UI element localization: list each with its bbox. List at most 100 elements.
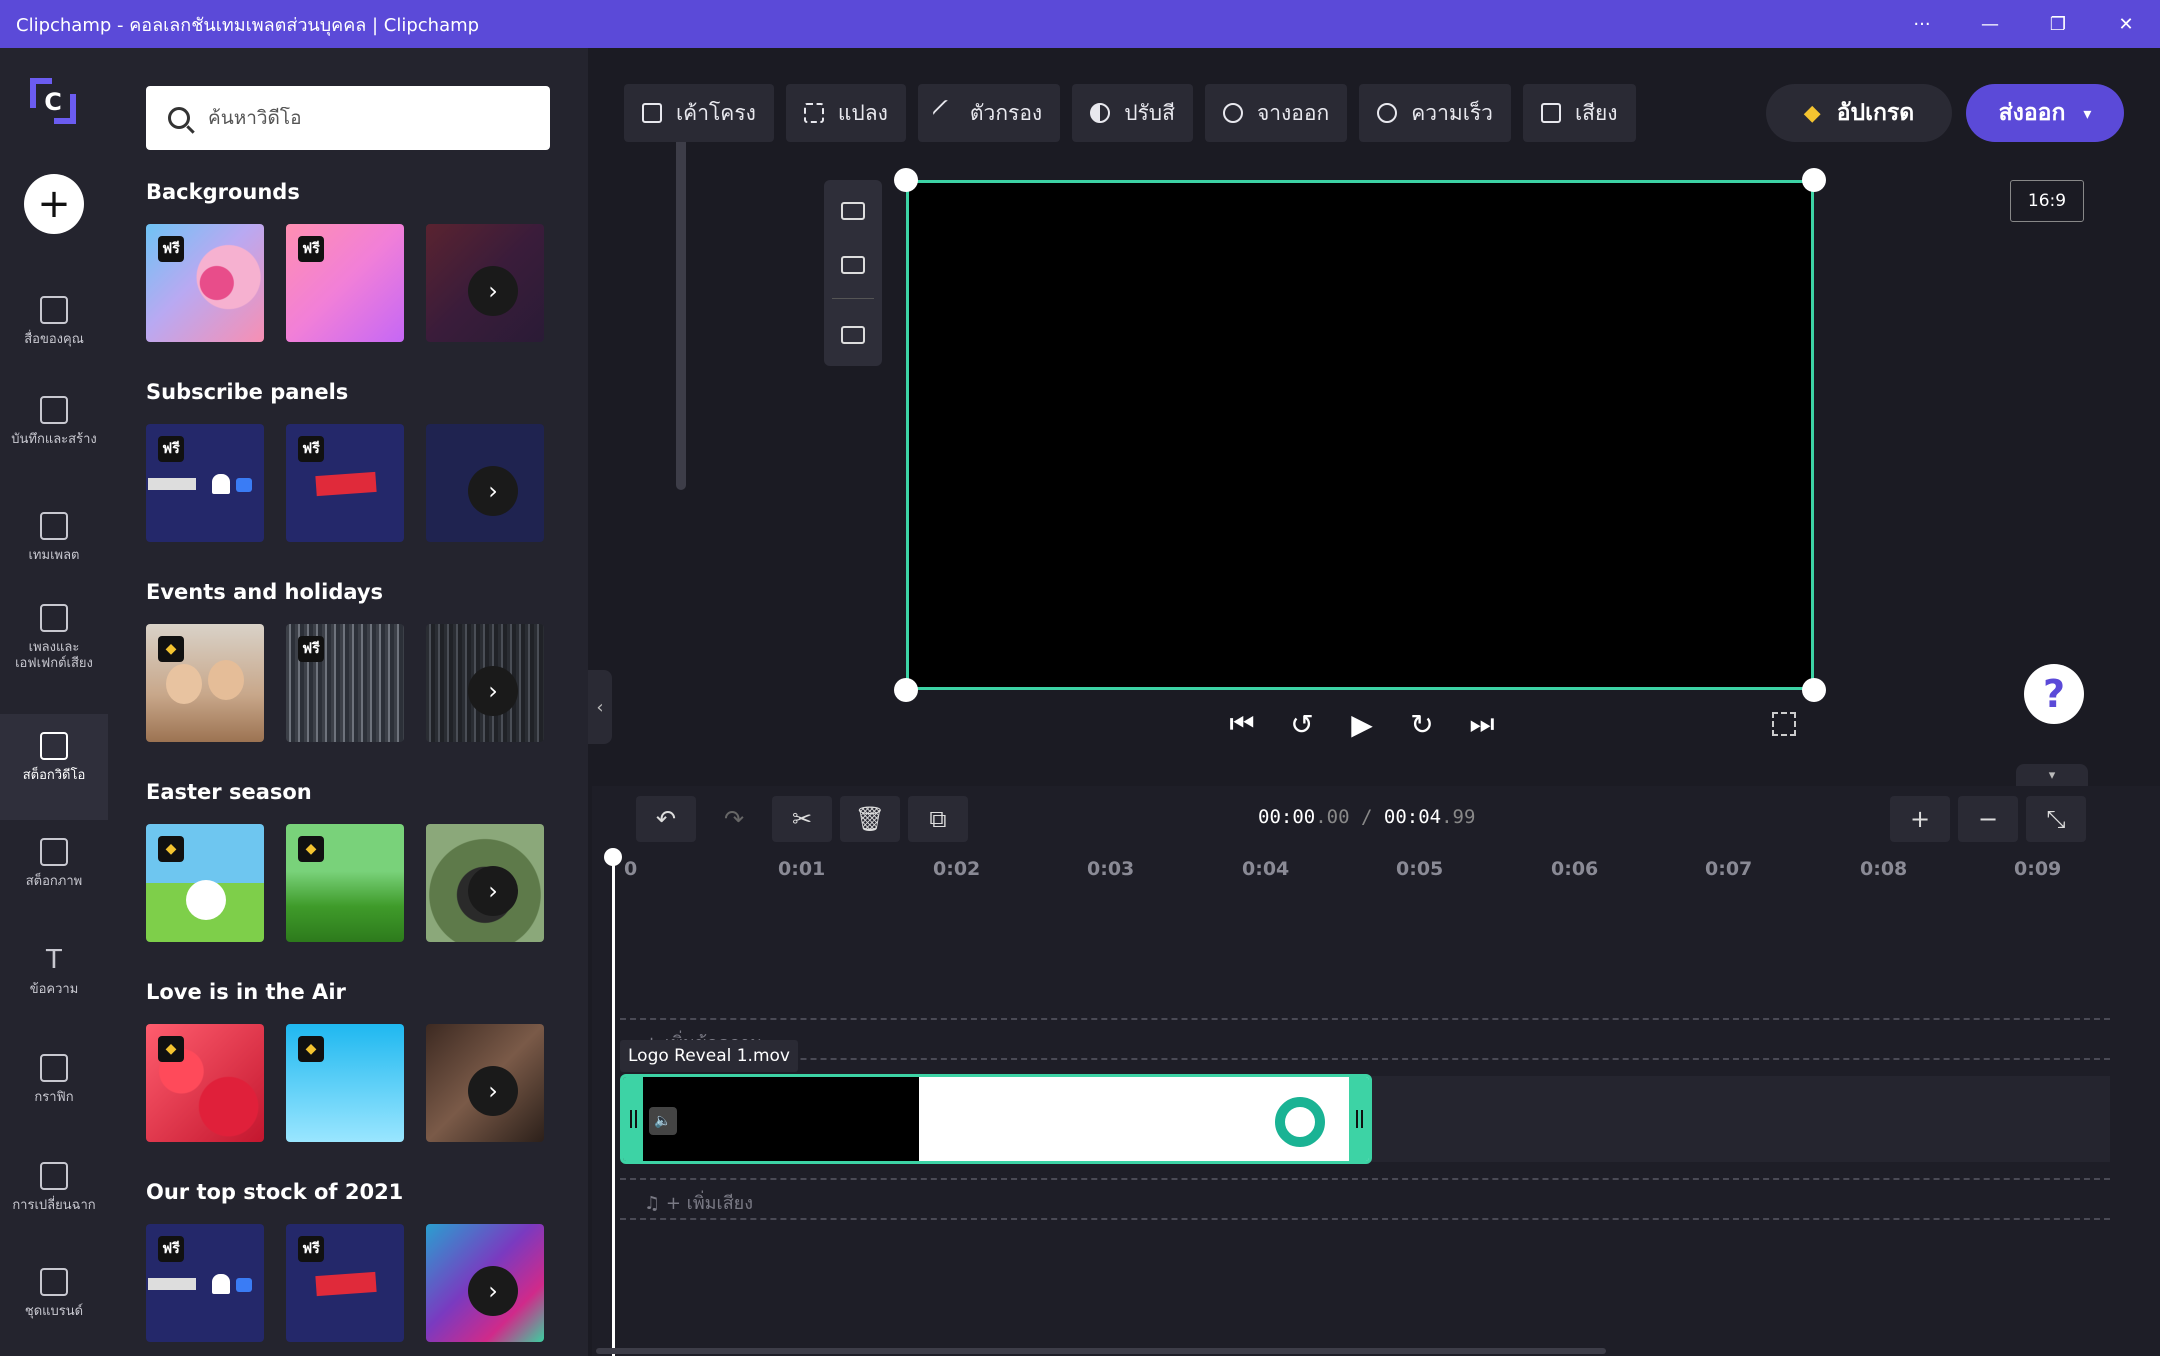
video-thumb[interactable]: ◆: [286, 824, 404, 942]
left-rail: C + สื่อของคุณ บันทึกและสร้าง เทมเพลต เพ…: [0, 48, 108, 1356]
restore-button[interactable]: ❐: [2024, 0, 2092, 48]
rail-brand-kit[interactable]: ชุดแบรนด์: [0, 1268, 108, 1344]
toolbar-label: จางออก: [1256, 100, 1330, 125]
search-input[interactable]: [208, 107, 528, 129]
video-thumb[interactable]: ›: [426, 1224, 544, 1342]
video-thumb[interactable]: ฟรี: [146, 224, 264, 342]
video-thumb[interactable]: ◆: [146, 824, 264, 942]
upgrade-button[interactable]: ◆ อัปเกรด: [1766, 84, 1952, 142]
fullscreen-icon[interactable]: [1772, 712, 1796, 736]
free-badge: ฟรี: [298, 636, 324, 662]
redo-button[interactable]: ↷: [704, 796, 764, 842]
video-thumb[interactable]: ›: [426, 1024, 544, 1142]
undo-button[interactable]: ↶: [636, 796, 696, 842]
image-icon: [40, 838, 68, 866]
fit-icon[interactable]: [841, 202, 865, 220]
video-thumb[interactable]: ฟรี: [286, 624, 404, 742]
aspect-ratio-button[interactable]: 16:9: [2010, 180, 2084, 222]
clip-logo-ring: [1275, 1097, 1325, 1147]
resize-handle-top-right[interactable]: [1802, 168, 1826, 192]
video-thumb[interactable]: ฟรี: [286, 224, 404, 342]
picture-in-picture-icon[interactable]: [841, 326, 865, 344]
rail-stock-images[interactable]: สต็อกภาพ: [0, 838, 108, 914]
video-thumb[interactable]: ›: [426, 224, 544, 342]
rail-music-sfx[interactable]: เพลงและเอฟเฟกต์เสียง: [0, 604, 108, 704]
timeline-scrollbar[interactable]: [596, 1348, 1606, 1354]
video-thumb[interactable]: ฟรี: [286, 1224, 404, 1342]
video-thumb[interactable]: ฟรี: [146, 424, 264, 542]
skip-to-end-icon[interactable]: ⏭: [1469, 704, 1494, 744]
video-thumb[interactable]: ◆: [146, 624, 264, 742]
close-button[interactable]: ✕: [2092, 0, 2160, 48]
zoom-out-minus-icon[interactable]: −: [1958, 796, 2018, 842]
chevron-right-icon[interactable]: ›: [468, 1066, 518, 1116]
video-thumb[interactable]: ฟรี: [286, 424, 404, 542]
search-box[interactable]: [146, 86, 550, 150]
delete-trash-icon[interactable]: 🗑: [840, 796, 900, 842]
fill-icon[interactable]: [841, 256, 865, 274]
video-preview-canvas[interactable]: [906, 180, 1814, 690]
rail-graphics[interactable]: กราฟิก: [0, 1054, 108, 1130]
video-thumb[interactable]: ◆: [146, 1024, 264, 1142]
chevron-right-icon[interactable]: ›: [468, 866, 518, 916]
rail-text[interactable]: T ข้อความ: [0, 946, 108, 1022]
free-badge: ฟรี: [158, 236, 184, 262]
more-options-button[interactable]: ···: [1888, 0, 1956, 48]
fade-button[interactable]: จางออก: [1204, 84, 1348, 142]
rail-your-media[interactable]: สื่อของคุณ: [0, 296, 108, 372]
free-badge: ฟรี: [298, 436, 324, 462]
clip-trim-handle-left[interactable]: [623, 1077, 643, 1161]
forward-5s-icon[interactable]: ↻: [1410, 704, 1434, 744]
rail-item-label: สต็อกวิดีโอ: [22, 768, 86, 783]
rail-stock-video[interactable]: สต็อกวิดีโอ: [0, 714, 108, 820]
clip-trim-handle-right[interactable]: [1349, 1077, 1369, 1161]
fit-timeline-icon[interactable]: ⤡: [2026, 796, 2086, 842]
skip-to-start-icon[interactable]: ⏮: [1229, 704, 1254, 744]
audio-button[interactable]: เสียง: [1522, 84, 1636, 142]
section-backgrounds: Backgrounds ฟรี ฟรี ›: [146, 180, 556, 342]
music-note-icon: [40, 604, 68, 632]
export-button[interactable]: ส่งออก ▾: [1966, 84, 2124, 142]
split-scissors-icon[interactable]: ✂: [772, 796, 832, 842]
filters-button[interactable]: ตัวกรอง: [917, 84, 1061, 142]
panel-scrollbar[interactable]: [676, 100, 686, 490]
layout-button[interactable]: เค้าโครง: [624, 84, 774, 142]
resize-handle-top-left[interactable]: [894, 168, 918, 192]
timeline-ruler[interactable]: 0 0:01 0:02 0:03 0:04 0:05 0:06 0:07 0:0…: [612, 852, 2102, 880]
playhead[interactable]: [604, 848, 622, 1356]
toolbar-label: ตัวกรอง: [969, 100, 1043, 125]
collapse-timeline-chevron-down-icon[interactable]: ▾: [2016, 764, 2088, 786]
collapse-panel-chevron-left-icon[interactable]: ‹: [588, 670, 612, 744]
resize-handle-bottom-right[interactable]: [1802, 678, 1826, 702]
video-thumb[interactable]: ›: [426, 624, 544, 742]
duplicate-icon[interactable]: ⧉: [908, 796, 968, 842]
add-audio-track[interactable]: ♫ + เพิ่มเสียง: [644, 1188, 753, 1217]
rail-transitions[interactable]: การเปลี่ยนฉาก: [0, 1162, 108, 1258]
video-thumb[interactable]: ›: [426, 424, 544, 542]
transform-button[interactable]: แปลง: [785, 84, 906, 142]
chevron-right-icon[interactable]: ›: [468, 666, 518, 716]
chevron-right-icon[interactable]: ›: [468, 466, 518, 516]
minimize-button[interactable]: —: [1956, 0, 2024, 48]
video-clip[interactable]: 🔈: [620, 1074, 1372, 1164]
rail-templates[interactable]: เทมเพลต: [0, 512, 108, 588]
chevron-right-icon[interactable]: ›: [468, 266, 518, 316]
rewind-5s-icon[interactable]: ↺: [1290, 704, 1314, 744]
clipchamp-logo-icon[interactable]: C: [26, 74, 80, 128]
ruler-tick: 0: [624, 858, 638, 880]
video-thumb[interactable]: ›: [426, 824, 544, 942]
adjust-colors-button[interactable]: ปรับสี: [1072, 84, 1193, 142]
help-button[interactable]: ?: [2024, 664, 2084, 724]
speed-button[interactable]: ความเร็ว: [1359, 84, 1511, 142]
chevron-down-icon: ▾: [2083, 103, 2092, 123]
play-icon[interactable]: ▶: [1350, 704, 1374, 744]
resize-handle-bottom-left[interactable]: [894, 678, 918, 702]
video-thumb[interactable]: ฟรี: [146, 1224, 264, 1342]
chevron-right-icon[interactable]: ›: [468, 1266, 518, 1316]
clip-volume-icon[interactable]: 🔈: [649, 1107, 677, 1135]
zoom-in-plus-icon[interactable]: +: [1890, 796, 1950, 842]
create-new-button[interactable]: +: [24, 174, 84, 234]
text-icon: T: [46, 945, 62, 975]
video-thumb[interactable]: ◆: [286, 1024, 404, 1142]
rail-record-create[interactable]: บันทึกและสร้าง: [0, 396, 108, 486]
